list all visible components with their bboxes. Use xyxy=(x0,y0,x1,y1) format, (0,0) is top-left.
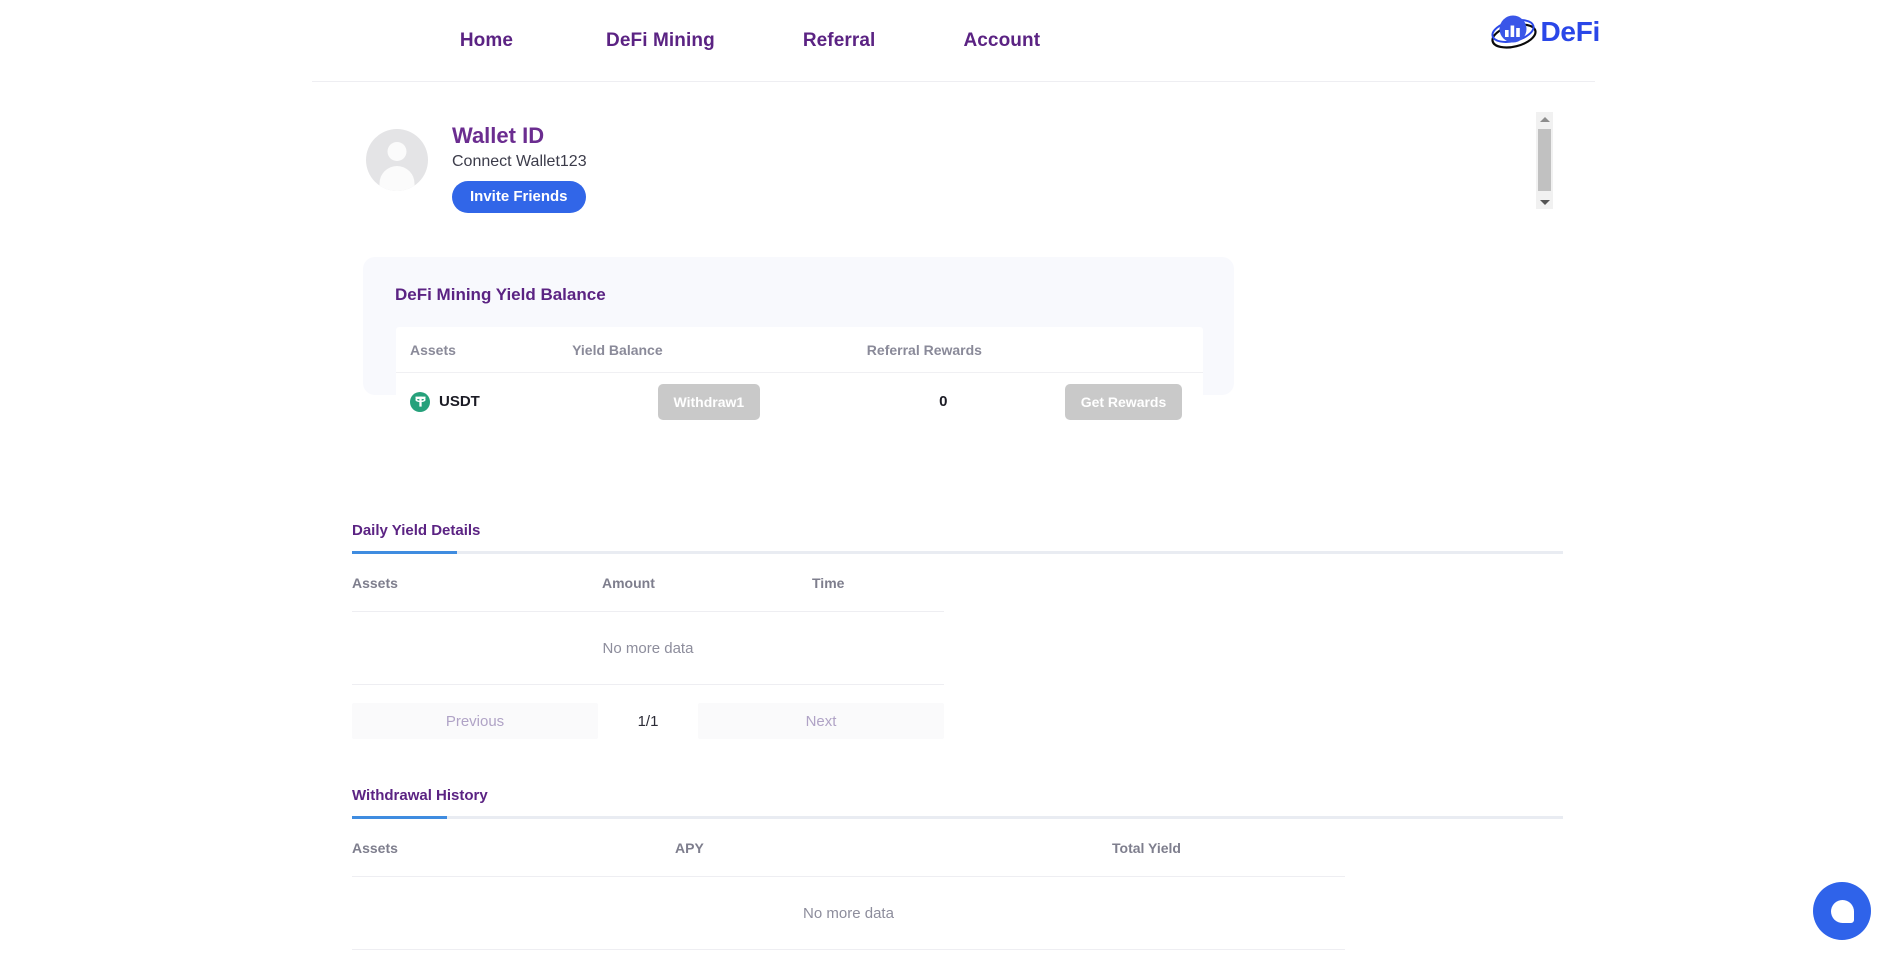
withdrawal-history-tab-bar: Withdrawal History xyxy=(352,787,1563,819)
daily-yield-table: Assets Amount Time No more data xyxy=(352,554,944,685)
previous-page-button[interactable]: Previous xyxy=(352,703,598,739)
withdraw-button[interactable]: Withdraw1 xyxy=(657,383,761,420)
yield-balance-table: Assets Yield Balance Referral Rewards US… xyxy=(396,327,1203,430)
defi-mining-yield-balance-card: DeFi Mining Yield Balance Assets Yield B… xyxy=(363,257,1234,430)
daily-col-amount: Amount xyxy=(602,574,655,591)
withdrawal-history-empty-state: No more data xyxy=(352,877,1345,950)
tab-daily-yield-details[interactable]: Daily Yield Details xyxy=(352,522,480,550)
chat-bubble-icon xyxy=(1830,899,1854,923)
daily-yield-tab-bar: Daily Yield Details xyxy=(352,522,1563,554)
yield-card-title: DeFi Mining Yield Balance xyxy=(395,285,606,304)
usdt-tether-icon xyxy=(410,391,430,412)
history-col-apy: APY xyxy=(675,839,704,856)
nav-item-account[interactable]: Account xyxy=(953,24,1050,58)
daily-col-assets: Assets xyxy=(352,574,398,591)
history-col-total-yield: Total Yield xyxy=(1112,839,1181,856)
scrollbar-thumb[interactable] xyxy=(1538,129,1551,191)
nav-item-referral[interactable]: Referral xyxy=(793,24,886,58)
referral-rewards-value: 0 xyxy=(939,393,948,410)
rewards-action-cell: Get Rewards xyxy=(1044,383,1189,420)
history-col-assets: Assets xyxy=(352,839,398,856)
daily-yield-details-section: Daily Yield Details Assets Amount Time N… xyxy=(352,522,1563,739)
daily-yield-table-header: Assets Amount Time xyxy=(352,554,944,612)
daily-col-time: Time xyxy=(812,574,845,591)
scroll-up-arrow-icon[interactable] xyxy=(1536,112,1553,126)
daily-yield-pagination: Previous 1/1 Next xyxy=(352,703,944,739)
yield-col-assets: Assets xyxy=(410,341,456,358)
top-navigation-bar: Home DeFi Mining Referral Account DeFi xyxy=(0,0,1902,82)
yield-table-header: Assets Yield Balance Referral Rewards xyxy=(396,327,1203,373)
connect-wallet-label: Connect Wallet123 xyxy=(452,153,587,170)
profile-info: Wallet ID Connect Wallet123 Invite Frien… xyxy=(452,123,587,213)
asset-cell: USDT xyxy=(410,391,572,412)
defi-chart-globe-logo-icon xyxy=(1490,11,1537,53)
brand-name: DeFi xyxy=(1540,16,1601,47)
profile-section: Wallet ID Connect Wallet123 Invite Frien… xyxy=(366,123,587,213)
page-indicator: 1/1 xyxy=(637,712,659,730)
withdrawal-history-table: Assets APY Total Yield No more data xyxy=(352,819,1345,950)
yield-col-yield-balance: Yield Balance xyxy=(572,341,663,358)
daily-yield-empty-state: No more data xyxy=(352,612,944,685)
table-row: USDT Withdraw1 0 Get Rewards xyxy=(396,373,1203,430)
wallet-id-title: Wallet ID xyxy=(452,123,545,148)
inner-scrollbar[interactable] xyxy=(1536,112,1553,209)
chat-support-button[interactable] xyxy=(1813,882,1871,940)
brand-logo-group[interactable]: DeFi xyxy=(1490,11,1601,53)
header-divider xyxy=(312,81,1595,82)
app-root: Home DeFi Mining Referral Account DeFi W… xyxy=(0,0,1902,967)
invite-friends-button[interactable]: Invite Friends xyxy=(452,181,586,213)
nav-item-home[interactable]: Home xyxy=(450,24,523,58)
nav-links: Home DeFi Mining Referral Account xyxy=(0,0,1500,82)
withdrawal-history-section: Withdrawal History Assets APY Total Yiel… xyxy=(352,787,1563,950)
nav-item-defi-mining[interactable]: DeFi Mining xyxy=(596,24,725,58)
tab-withdrawal-history[interactable]: Withdrawal History xyxy=(352,787,488,815)
user-avatar-placeholder-icon xyxy=(366,129,428,191)
yield-col-referral-rewards: Referral Rewards xyxy=(866,341,982,358)
asset-name: USDT xyxy=(439,393,480,410)
next-page-button[interactable]: Next xyxy=(698,703,944,739)
active-tab-indicator xyxy=(352,816,447,819)
get-rewards-button[interactable]: Get Rewards xyxy=(1064,383,1183,420)
scroll-down-arrow-icon[interactable] xyxy=(1536,195,1553,209)
active-tab-indicator xyxy=(352,551,457,554)
yield-balance-cell: Withdraw1 xyxy=(572,383,867,420)
withdrawal-table-header: Assets APY Total Yield xyxy=(352,819,1345,877)
